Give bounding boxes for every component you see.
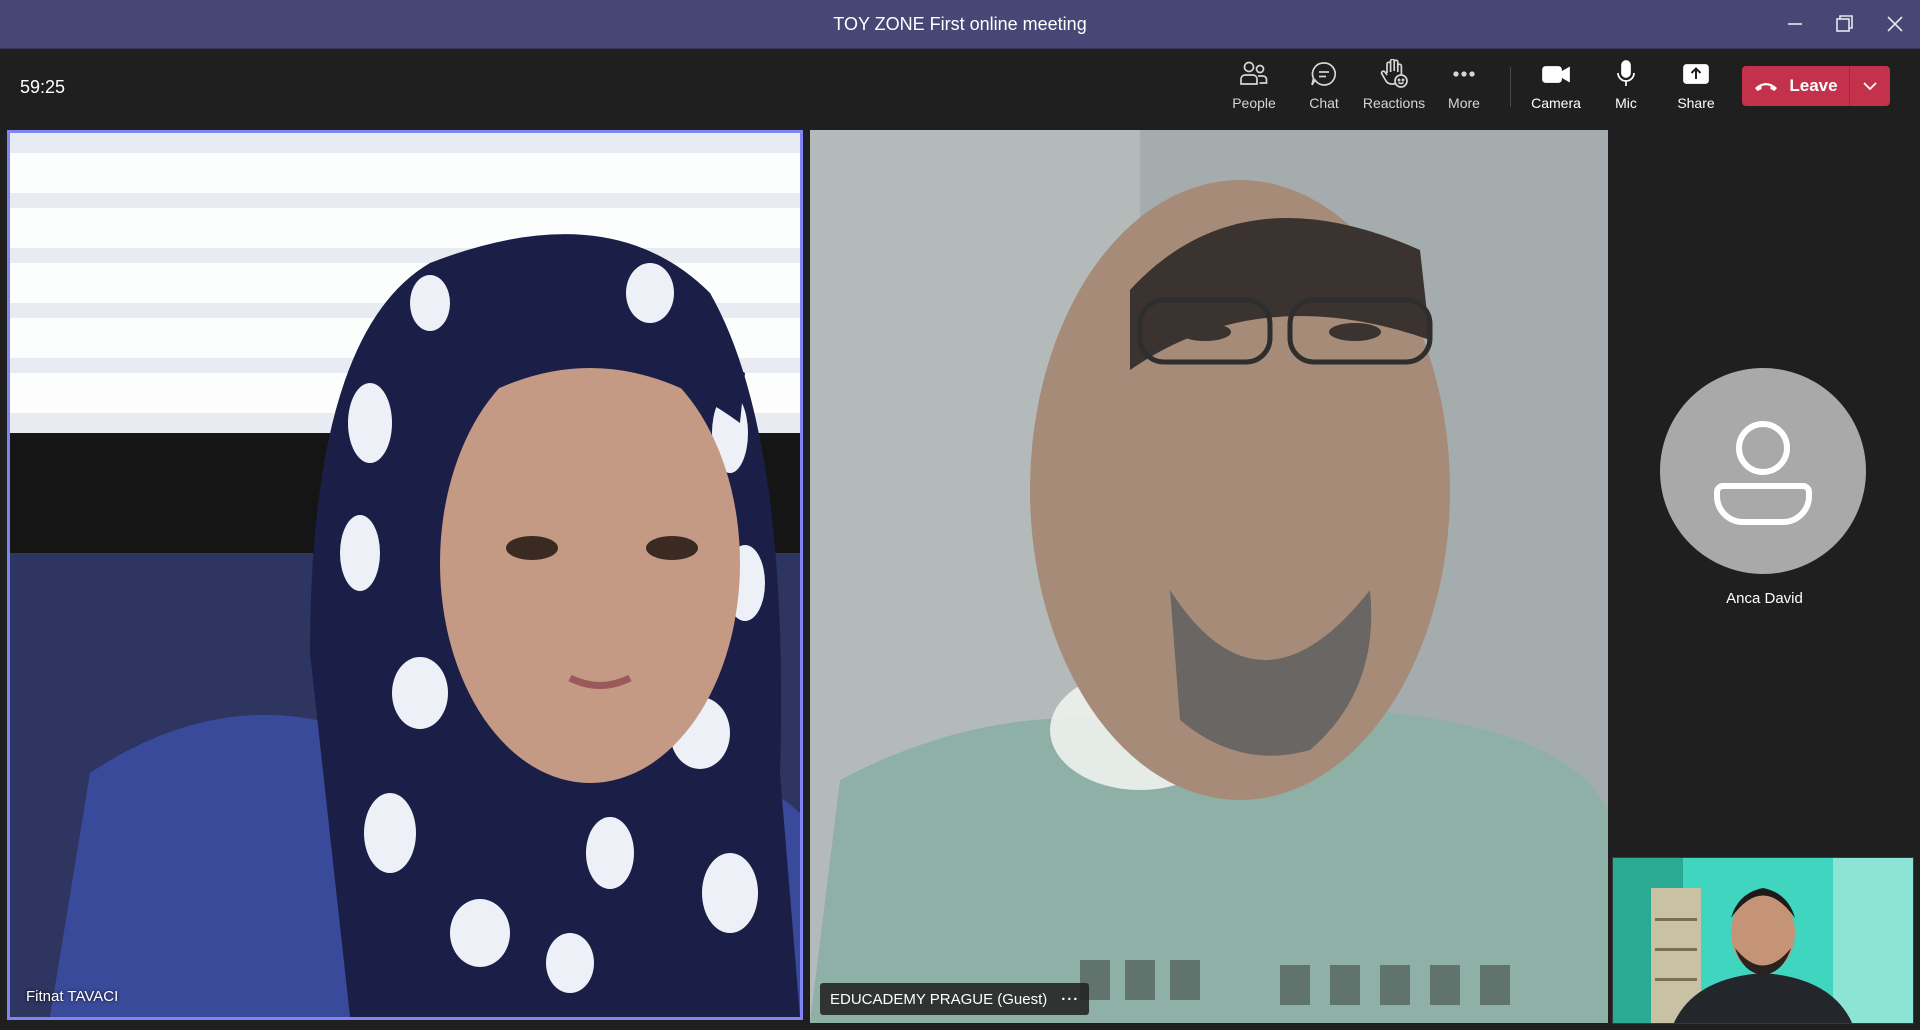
reactions-label: Reactions [1362, 95, 1426, 111]
leave-label: Leave [1789, 76, 1838, 95]
chat-label: Chat [1309, 95, 1339, 111]
participant-video-tile[interactable]: EDUCADEMY PRAGUE (Guest) ··· [810, 130, 1608, 1023]
chevron-down-icon [1863, 82, 1877, 91]
more-label: More [1448, 95, 1480, 111]
chat-button[interactable]: Chat [1291, 57, 1357, 119]
camera-icon [1540, 57, 1572, 91]
participant-name: Fitnat TAVACI [26, 988, 119, 1005]
self-video [1613, 858, 1913, 1023]
share-label: Share [1677, 95, 1715, 111]
share-icon [1680, 57, 1712, 91]
reactions-button[interactable]: Reactions [1361, 57, 1427, 119]
camera-button[interactable]: Camera [1523, 57, 1589, 119]
meeting-title: TOY ZONE First online meeting [833, 14, 1087, 34]
participant-name: Anca David [1726, 590, 1803, 607]
people-icon [1239, 57, 1269, 91]
leave-options-button[interactable] [1850, 66, 1890, 106]
leave-button-group: Leave [1742, 66, 1890, 106]
person-icon [1714, 421, 1812, 525]
restore-button[interactable] [1820, 0, 1870, 48]
participant-name-tag: EDUCADEMY PRAGUE (Guest) ··· [820, 983, 1090, 1015]
close-window-button[interactable] [1870, 0, 1920, 48]
participant-video [10, 133, 800, 1017]
people-button[interactable]: People [1221, 57, 1287, 119]
more-icon [1449, 57, 1479, 91]
mic-button[interactable]: Mic [1593, 57, 1659, 119]
restore-icon [1836, 15, 1853, 32]
mic-icon [1611, 57, 1641, 91]
raise-hand-icon [1379, 57, 1409, 91]
title-bar: TOY ZONE First online meeting [0, 0, 1920, 49]
participant-options-button[interactable]: ··· [1061, 991, 1079, 1008]
participant-name: EDUCADEMY PRAGUE (Guest) [830, 990, 1048, 1008]
participant-video [810, 130, 1608, 1023]
leave-button[interactable]: Leave [1742, 66, 1849, 106]
close-icon [1887, 16, 1903, 32]
phone-hangup-icon [1755, 83, 1778, 91]
toolbar-divider [1510, 67, 1511, 107]
self-video-preview[interactable] [1612, 857, 1914, 1024]
participant-avatar-tile[interactable]: Anca David [1612, 130, 1917, 850]
chat-icon [1309, 57, 1339, 91]
meeting-toolbar: 59:25 People Chat Reactions More Camera [0, 49, 1920, 129]
camera-label: Camera [1531, 95, 1581, 111]
meeting-timer: 59:25 [20, 77, 66, 97]
avatar [1660, 368, 1866, 574]
minimize-button[interactable] [1770, 0, 1820, 48]
mic-label: Mic [1615, 95, 1637, 111]
participant-video-tile[interactable]: Fitnat TAVACI [7, 130, 803, 1020]
minimize-icon [1788, 23, 1802, 25]
people-label: People [1232, 95, 1276, 111]
share-button[interactable]: Share [1663, 57, 1729, 119]
more-button[interactable]: More [1431, 57, 1497, 119]
